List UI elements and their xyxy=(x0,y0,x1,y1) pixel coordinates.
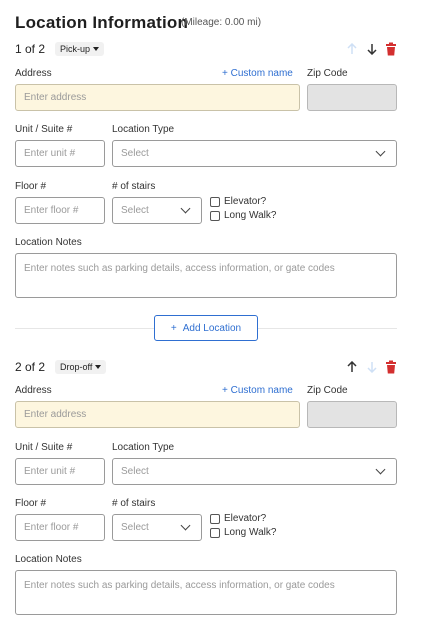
long-walk-checkbox[interactable] xyxy=(210,527,220,538)
long-walk-option: Long Walk? xyxy=(210,527,276,538)
elevator-label: Elevator? xyxy=(224,196,267,207)
long-walk-option: Long Walk? xyxy=(210,210,276,221)
chevron-down-icon xyxy=(375,464,386,475)
caret-down-icon xyxy=(93,47,100,51)
address-label: Address xyxy=(15,68,52,79)
notes-textarea[interactable]: Enter notes such as parking details, acc… xyxy=(15,570,397,615)
unit-input[interactable]: Enter unit # xyxy=(15,140,105,167)
location-type-select[interactable]: Select xyxy=(112,140,397,167)
elevator-checkbox[interactable] xyxy=(210,196,220,207)
address-input[interactable]: Enter address xyxy=(15,84,300,111)
location-type-dropdown[interactable]: Drop-off xyxy=(55,360,107,374)
location-type-select[interactable]: Select xyxy=(112,458,397,485)
custom-name-link[interactable]: + Custom name xyxy=(222,385,293,396)
trash-icon xyxy=(386,360,396,374)
floor-placeholder: Enter floor # xyxy=(24,205,79,216)
add-location-label: Add Location xyxy=(182,322,242,334)
unit-placeholder: Enter unit # xyxy=(24,148,76,159)
move-down-button[interactable] xyxy=(365,42,379,56)
arrow-up-icon xyxy=(347,43,357,54)
stairs-label: # of stairs xyxy=(112,181,156,192)
location-type-label: Location Type xyxy=(112,442,175,453)
chevron-down-icon xyxy=(375,146,386,157)
floor-placeholder: Enter floor # xyxy=(24,522,79,533)
floor-input[interactable]: Enter floor # xyxy=(15,514,105,541)
notes-placeholder: Enter notes such as parking details, acc… xyxy=(24,580,335,591)
chevron-down-icon xyxy=(180,520,191,531)
arrow-up-icon xyxy=(347,361,357,372)
stairs-placeholder: Select xyxy=(121,205,149,216)
move-up-button[interactable] xyxy=(345,42,359,56)
unit-label: Unit / Suite # xyxy=(15,442,73,453)
mileage-info: (Mileage: 0.00 mi) xyxy=(181,17,262,28)
arrow-down-icon xyxy=(367,44,377,55)
page-title: Location Information xyxy=(15,13,189,32)
stairs-select[interactable]: Select xyxy=(112,197,202,224)
unit-label: Unit / Suite # xyxy=(15,124,73,135)
zip-field xyxy=(307,84,397,111)
unit-placeholder: Enter unit # xyxy=(24,466,76,477)
location-sequence: 2 of 2 xyxy=(15,360,46,374)
location-type-placeholder: Select xyxy=(121,466,149,477)
location-type-label: Drop-off xyxy=(60,362,93,372)
notes-placeholder: Enter notes such as parking details, acc… xyxy=(24,263,335,274)
location-sequence: 1 of 2 xyxy=(15,42,46,56)
zip-label: Zip Code xyxy=(307,68,348,79)
location-type-label: Pick-up xyxy=(60,44,91,54)
stairs-label: # of stairs xyxy=(112,498,156,509)
move-up-button[interactable] xyxy=(345,360,359,374)
custom-name-link[interactable]: + Custom name xyxy=(222,68,293,79)
zip-field xyxy=(307,401,397,428)
elevator-label: Elevator? xyxy=(224,513,267,524)
address-placeholder: Enter address xyxy=(24,92,87,103)
location-type-label: Location Type xyxy=(112,124,175,135)
address-input[interactable]: Enter address xyxy=(15,401,300,428)
caret-down-icon xyxy=(95,365,102,369)
elevator-checkbox[interactable] xyxy=(210,513,220,524)
plus-icon: + xyxy=(170,322,177,334)
notes-label: Location Notes xyxy=(15,554,82,565)
stairs-placeholder: Select xyxy=(121,522,149,533)
notes-label: Location Notes xyxy=(15,237,82,248)
notes-textarea[interactable]: Enter notes such as parking details, acc… xyxy=(15,253,397,298)
chevron-down-icon xyxy=(180,203,191,214)
zip-label: Zip Code xyxy=(307,385,348,396)
floor-label: Floor # xyxy=(15,498,47,509)
move-down-button[interactable] xyxy=(365,360,379,374)
delete-location-button[interactable] xyxy=(384,359,398,375)
elevator-option: Elevator? xyxy=(210,196,266,207)
address-label: Address xyxy=(15,385,52,396)
delete-location-button[interactable] xyxy=(384,41,398,57)
arrow-down-icon xyxy=(367,362,377,373)
long-walk-label: Long Walk? xyxy=(224,210,277,221)
location-type-placeholder: Select xyxy=(121,148,149,159)
location-type-dropdown[interactable]: Pick-up xyxy=(55,42,105,56)
long-walk-checkbox[interactable] xyxy=(210,210,220,221)
elevator-option: Elevator? xyxy=(210,513,266,524)
address-placeholder: Enter address xyxy=(24,409,87,420)
add-location-button[interactable]: + Add Location xyxy=(154,315,258,341)
floor-input[interactable]: Enter floor # xyxy=(15,197,105,224)
unit-input[interactable]: Enter unit # xyxy=(15,458,105,485)
trash-icon xyxy=(386,42,396,56)
floor-label: Floor # xyxy=(15,181,47,192)
long-walk-label: Long Walk? xyxy=(224,527,277,538)
stairs-select[interactable]: Select xyxy=(112,514,202,541)
